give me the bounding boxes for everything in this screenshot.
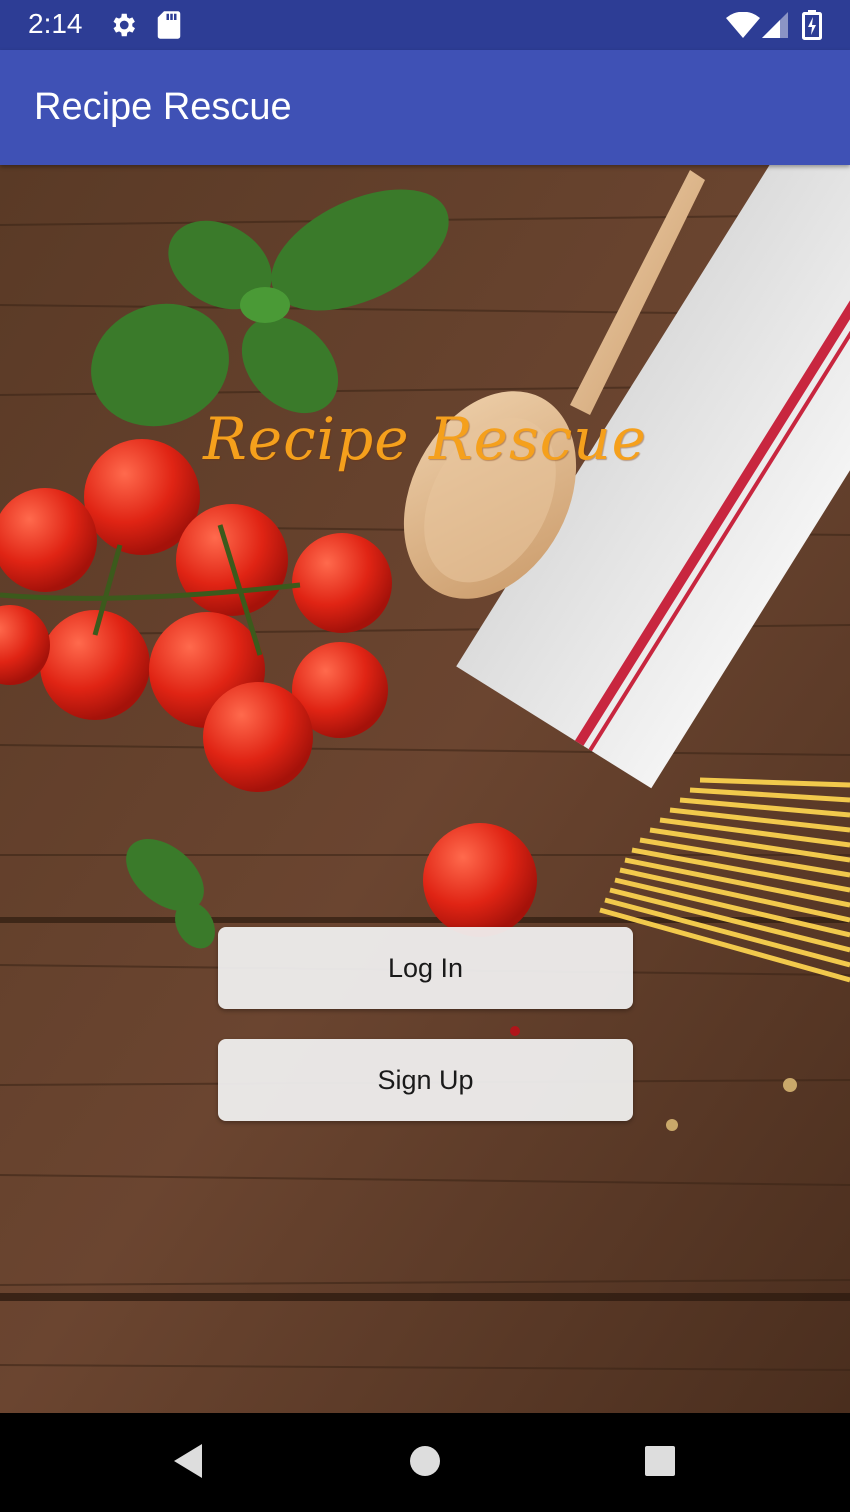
gear-icon	[108, 10, 138, 45]
login-button[interactable]: Log In	[218, 927, 633, 1009]
app-title: Recipe Rescue	[34, 86, 292, 128]
home-icon[interactable]	[409, 1443, 441, 1484]
sdcard-icon	[156, 10, 182, 45]
hero-title: Recipe Rescue	[203, 405, 647, 473]
nav-bar	[0, 1413, 850, 1512]
status-time: 2:14	[28, 8, 83, 39]
signal-icon	[762, 12, 788, 43]
status-bar: 2:14	[0, 0, 850, 50]
recents-icon[interactable]	[644, 1443, 676, 1484]
battery-charging-icon	[802, 10, 822, 45]
back-icon[interactable]	[172, 1443, 204, 1484]
app-bar: Recipe Rescue	[0, 50, 850, 165]
background-image	[0, 165, 850, 1413]
screen: 2:14 Recipe Rescue Recipe Rescue Log In …	[0, 0, 850, 1512]
main-content: Recipe Rescue Log In Sign Up	[0, 165, 850, 1413]
wifi-icon	[726, 11, 760, 43]
signup-button[interactable]: Sign Up	[218, 1039, 633, 1121]
